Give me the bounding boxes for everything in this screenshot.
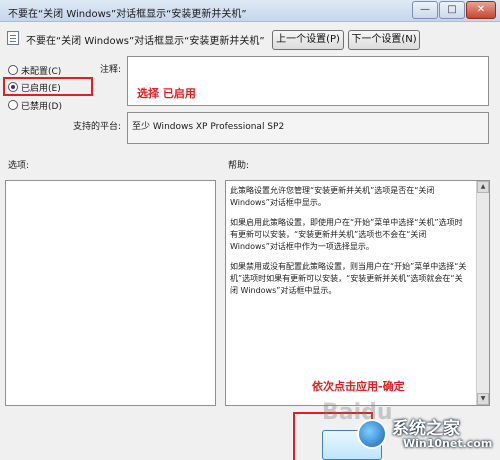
annotation-select-enabled: 选择 已启用 xyxy=(137,87,196,100)
scroll-down-arrow-icon[interactable]: ▼ xyxy=(477,393,489,405)
next-setting-button[interactable]: 下一个设置(N) xyxy=(348,30,420,50)
title-bar[interactable]: 不要在“关闭 Windows”对话框显示“安装更新并关机” — □ ✕ xyxy=(0,0,500,22)
supported-platforms-label: 支持的平台: xyxy=(73,122,122,132)
radio-disabled[interactable]: 已禁用(D) xyxy=(8,98,62,112)
watermark-site: Win10net.com xyxy=(403,437,493,450)
window-title: 不要在“关闭 Windows”对话框显示“安装更新并关机” xyxy=(8,9,247,20)
watermark-brand: 系统之家 xyxy=(392,419,460,439)
help-paragraph: 如果启用此策略设置，即使用户在“开始”菜单中选择“关机”选项时有更新可以安装，“… xyxy=(230,218,463,251)
help-pane[interactable]: 此策略设置允许您管理“安装更新并关机”选项是否在“关闭 Windows”对话框中… xyxy=(225,180,490,406)
policy-document-icon xyxy=(7,31,19,45)
help-scrollbar[interactable]: ▲ ▼ xyxy=(476,181,489,405)
watermark-faint: Baidu xyxy=(322,400,393,425)
radio-not-configured[interactable]: 未配置(C) xyxy=(8,63,61,77)
close-button[interactable]: ✕ xyxy=(466,1,496,19)
help-paragraph: 如果禁用或没有配置此策略设置，则当用户在“开始”菜单中选择“关机”选项时如果有更… xyxy=(230,262,467,295)
minimize-button[interactable]: — xyxy=(412,1,438,19)
radio-not-configured-label: 未配置(C) xyxy=(21,66,62,77)
help-label: 帮助: xyxy=(228,161,250,171)
previous-setting-button[interactable]: 上一个设置(P) xyxy=(272,30,344,50)
comment-label: 注释: xyxy=(100,65,122,75)
maximize-button[interactable]: □ xyxy=(439,1,465,19)
supported-platforms-value: 至少 Windows XP Professional SP2 xyxy=(132,122,285,132)
options-pane[interactable] xyxy=(5,180,216,406)
annotation-click-apply-ok: 依次点击应用-确定 xyxy=(312,380,405,393)
radio-disabled-indicator[interactable] xyxy=(8,100,18,110)
options-label: 选项: xyxy=(8,161,30,171)
radio-not-configured-indicator[interactable] xyxy=(8,65,18,75)
help-text: 此策略设置允许您管理“安装更新并关机”选项是否在“关闭 Windows”对话框中… xyxy=(230,185,470,305)
radio-disabled-label: 已禁用(D) xyxy=(21,101,62,112)
supported-platforms-field[interactable]: 至少 Windows XP Professional SP2 xyxy=(127,112,489,144)
scroll-up-arrow-icon[interactable]: ▲ xyxy=(477,181,489,193)
help-paragraph: 此策略设置允许您管理“安装更新并关机”选项是否在“关闭 Windows”对话框中… xyxy=(230,186,435,207)
policy-title: 不要在“关闭 Windows”对话框显示“安装更新并关机” xyxy=(26,36,265,47)
watermark-logo-icon xyxy=(357,419,387,449)
highlight-box-enabled xyxy=(3,77,93,96)
